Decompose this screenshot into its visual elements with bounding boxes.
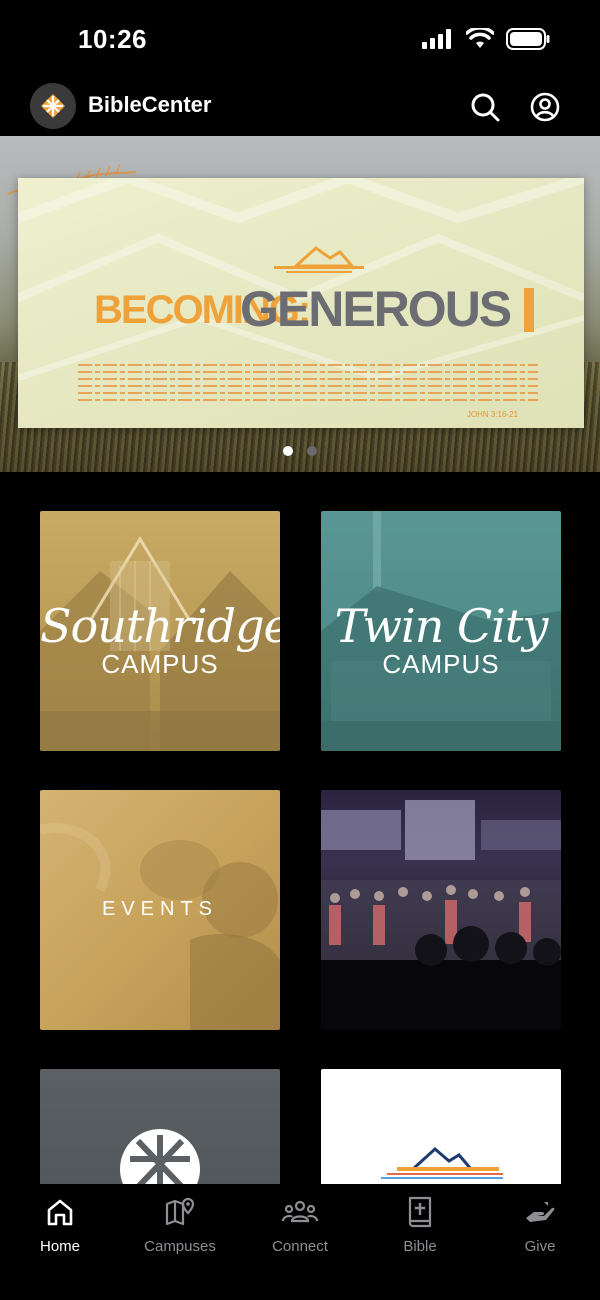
- church-logo-icon: [274, 246, 364, 273]
- tile-script-label: Southridge: [40, 599, 280, 653]
- series-title: BECOMING: GENEROUS: [94, 280, 534, 340]
- nav-label: Campuses: [144, 1238, 216, 1255]
- bottom-nav: Home Campuses Connect Bible Give: [0, 1184, 600, 1300]
- verse-reference: JOHN 3:16-21: [466, 410, 518, 419]
- hero-carousel[interactable]: BECOMING: GENEROUS JOHN 3:16-21: [0, 136, 600, 472]
- status-icons: [422, 28, 550, 50]
- search-button[interactable]: [468, 90, 502, 124]
- profile-icon: [530, 92, 560, 122]
- status-time: 10:26: [78, 24, 147, 54]
- app-logo[interactable]: [30, 83, 76, 129]
- wifi-icon: [466, 28, 494, 48]
- tile-caps-label: CAMPUS: [101, 649, 219, 679]
- nav-campuses[interactable]: Campuses: [120, 1194, 240, 1264]
- hand-icon: [526, 1202, 555, 1222]
- search-icon: [471, 93, 500, 122]
- app-title: BibleCenter: [88, 92, 212, 117]
- nav-label: Connect: [272, 1238, 328, 1255]
- tile-southridge-campus[interactable]: Southridge CAMPUS: [40, 511, 280, 751]
- battery-icon: [506, 28, 550, 50]
- worship-stage-image: [321, 800, 561, 1030]
- nav-home[interactable]: Home: [0, 1194, 120, 1264]
- home-icon: [47, 1199, 73, 1226]
- nav-label: Give: [524, 1238, 556, 1255]
- app-header: BibleCenter: [0, 80, 600, 136]
- nav-label: Bible: [403, 1238, 437, 1255]
- series-title-right: GENEROUS: [240, 281, 512, 337]
- nav-label: Home: [39, 1238, 80, 1255]
- tile-caps-label: CAMPUS: [382, 649, 500, 679]
- tile-script-label: Twin City: [334, 599, 549, 653]
- tile-events[interactable]: EVENTS: [40, 790, 280, 1030]
- tile-worship-photo[interactable]: [321, 790, 561, 1030]
- people-icon: [282, 1200, 318, 1223]
- title-accent-bar: [524, 288, 534, 332]
- profile-button[interactable]: [528, 90, 562, 124]
- tile-twin-city-campus[interactable]: Twin City CAMPUS: [321, 511, 561, 751]
- logo-icon: [41, 94, 65, 118]
- carousel-dot[interactable]: [307, 446, 317, 456]
- status-bar: 10:26: [0, 0, 600, 80]
- carousel-dots: [0, 446, 600, 456]
- nav-connect[interactable]: Connect: [240, 1194, 360, 1264]
- signal-icon: [422, 29, 451, 49]
- nav-bible[interactable]: Bible: [360, 1194, 480, 1264]
- bible-icon: [408, 1196, 432, 1228]
- tile-caps-label: EVENTS: [101, 898, 219, 920]
- map-pin-icon: [165, 1197, 195, 1226]
- sermon-series-card[interactable]: BECOMING: GENEROUS JOHN 3:16-21: [18, 178, 584, 428]
- nav-give[interactable]: Give: [480, 1194, 600, 1264]
- carousel-dot-active[interactable]: [283, 446, 293, 456]
- verse-text-block: [78, 364, 538, 414]
